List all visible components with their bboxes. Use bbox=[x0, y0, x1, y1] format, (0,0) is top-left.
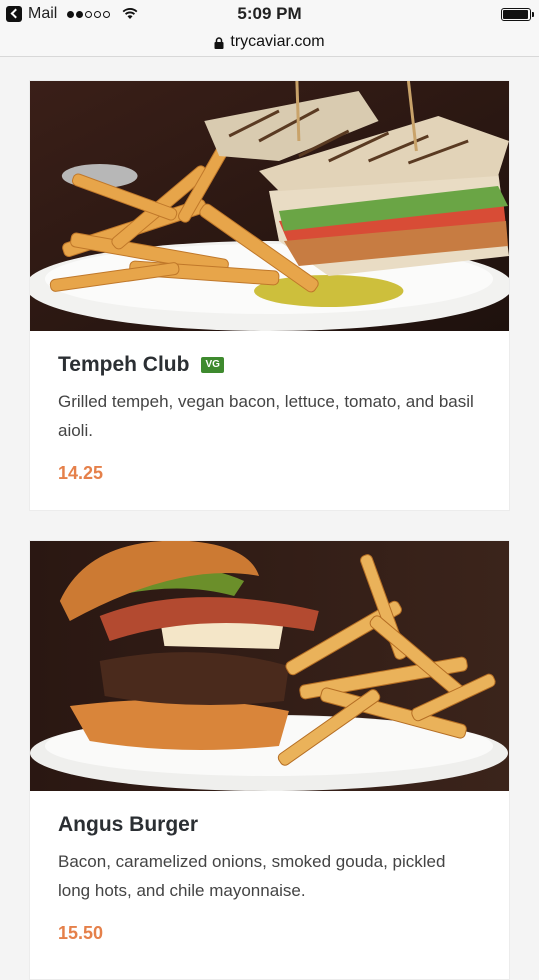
item-title: Angus Burger bbox=[58, 813, 199, 836]
lock-icon bbox=[214, 37, 224, 49]
item-title: Tempeh Club bbox=[58, 353, 190, 376]
battery-icon bbox=[501, 8, 534, 21]
vegan-badge: VG bbox=[201, 357, 224, 373]
menu-item-card[interactable]: Tempeh Club VG Grilled tempeh, vegan bac… bbox=[29, 80, 510, 511]
tempeh-club-photo bbox=[30, 81, 509, 331]
status-bar: Mail 5:09 PM bbox=[0, 0, 539, 28]
item-price: 15.50 bbox=[58, 923, 104, 943]
angus-burger-photo bbox=[30, 541, 509, 791]
url-domain: trycaviar.com bbox=[230, 33, 325, 50]
address-bar[interactable]: trycaviar.com bbox=[0, 28, 539, 57]
item-price: 14.25 bbox=[58, 463, 104, 483]
menu-item-card[interactable]: Angus Burger Bacon, caramelized onions, … bbox=[29, 540, 510, 980]
clock: 5:09 PM bbox=[237, 4, 302, 23]
item-description: Bacon, caramelized onions, smoked gouda,… bbox=[58, 852, 446, 900]
item-description: Grilled tempeh, vegan bacon, lettuce, to… bbox=[58, 392, 474, 440]
